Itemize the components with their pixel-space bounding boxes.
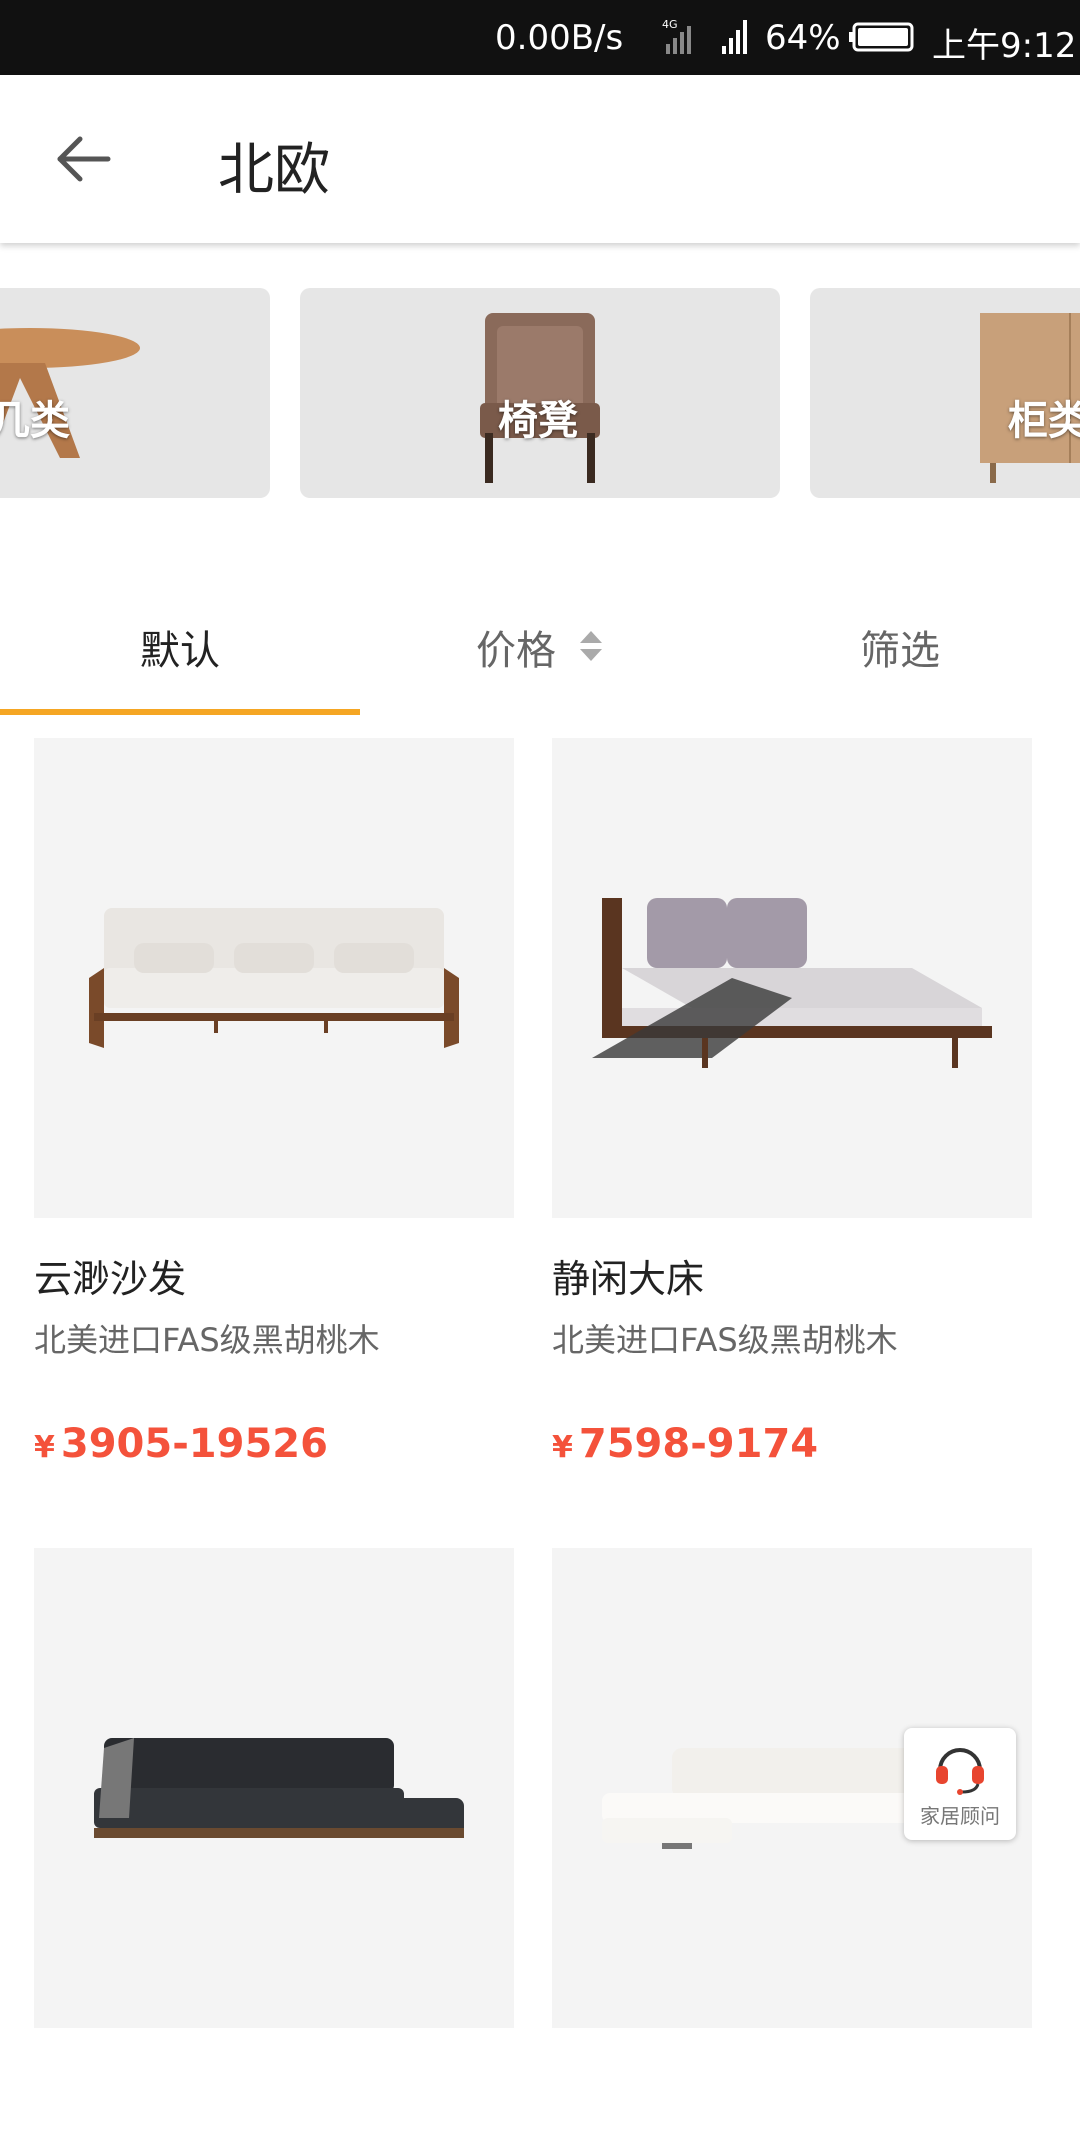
product-card[interactable]	[552, 1548, 1032, 2134]
signal-4g-icon: 4G	[662, 18, 691, 54]
status-bar: 0.00B/s 4G 64% 上午9:12	[0, 0, 1080, 75]
product-price: ¥7598-9174	[552, 1421, 1032, 1467]
sort-bar: 默认 价格 筛选	[0, 573, 1080, 718]
svg-text:4G: 4G	[662, 18, 678, 31]
product-description: 北美进口FAS级黑胡桃木	[34, 1321, 380, 1359]
bed-image	[592, 898, 992, 1068]
product-price	[34, 2088, 514, 2134]
category-carousel[interactable]: 几类 椅凳 柜类	[0, 243, 1080, 573]
category-label: 几类	[0, 398, 70, 444]
price-range: 7598-9174	[578, 1421, 819, 1467]
product-image[interactable]	[34, 1548, 514, 2028]
product-card[interactable]: 云渺沙发 北美进口FAS级黑胡桃木 ¥3905-19526	[34, 738, 514, 1467]
product-price	[552, 2088, 1032, 2134]
home-advisor-button[interactable]: 家居顾问	[904, 1728, 1016, 1840]
category-label: 柜类	[1008, 398, 1080, 444]
tab-filter[interactable]: 筛选	[860, 618, 940, 676]
product-name: 云渺沙发	[34, 1257, 187, 1301]
product-image[interactable]	[552, 738, 1032, 1218]
signal-icon	[722, 20, 747, 54]
product-card[interactable]: 静闲大床 北美进口FAS级黑胡桃木 ¥7598-9174	[552, 738, 1032, 1467]
advisor-label: 家居顾问	[920, 1804, 1000, 1828]
battery-percent: 64%	[765, 18, 841, 58]
product-image[interactable]	[34, 738, 514, 1218]
price-range: 3905-19526	[60, 1421, 328, 1467]
network-speed: 0.00B/s	[495, 18, 624, 58]
product-card[interactable]	[34, 1548, 514, 2134]
leather-sectional-image	[94, 1738, 464, 1838]
currency-symbol: ¥	[552, 1430, 573, 1465]
currency-symbol: ¥	[34, 1430, 55, 1465]
category-label: 椅凳	[498, 398, 578, 444]
headset-icon	[936, 1748, 984, 1795]
product-description: 北美进口FAS级黑胡桃木	[552, 1321, 898, 1359]
sort-toggle-icon[interactable]	[578, 629, 604, 663]
tab-default[interactable]: 默认	[140, 618, 220, 676]
sofa-image	[89, 908, 459, 1048]
tab-price[interactable]: 价格	[476, 618, 556, 676]
product-price: ¥3905-19526	[34, 1421, 514, 1467]
category-card-cabinets[interactable]: 柜类	[810, 288, 1080, 498]
product-name: 静闲大床	[552, 1257, 705, 1301]
back-arrow-icon[interactable]	[50, 127, 120, 191]
category-card-chairs[interactable]: 椅凳	[300, 288, 780, 498]
page-title: 北欧	[218, 138, 330, 203]
category-card-tables[interactable]: 几类	[0, 288, 270, 498]
battery-icon	[849, 22, 914, 52]
active-tab-indicator	[0, 709, 360, 715]
app-header: 北欧	[0, 75, 1080, 243]
clock: 上午9:12	[932, 26, 1077, 66]
